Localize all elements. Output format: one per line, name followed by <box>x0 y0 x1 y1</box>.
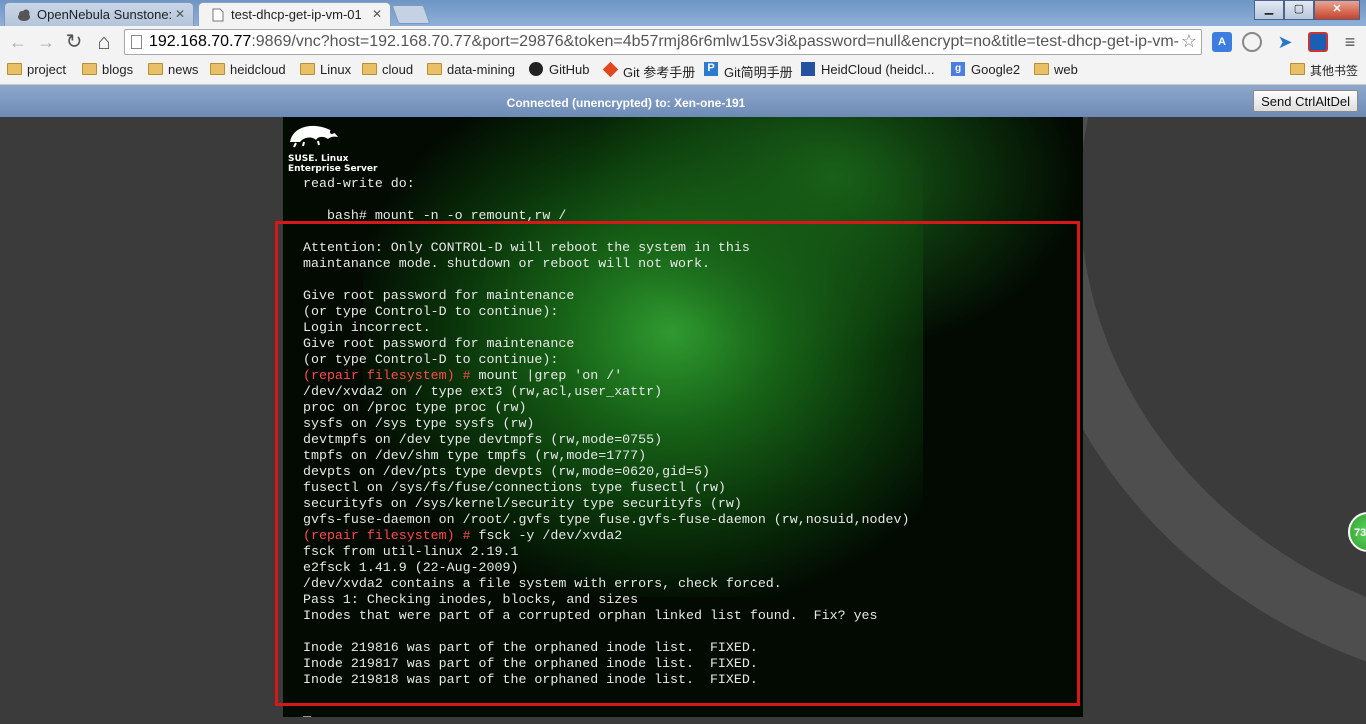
logo-line2: Enterprise Server <box>288 164 378 174</box>
folder-icon <box>210 63 225 75</box>
menu-icon[interactable]: ≡ <box>1340 32 1360 52</box>
pointer-extension-icon[interactable]: ➤ <box>1275 32 1295 52</box>
bookmark-web[interactable]: web <box>1034 62 1078 77</box>
bookmark-heidcloud[interactable]: heidcloud <box>210 62 286 77</box>
tab-close-icon[interactable]: ✕ <box>175 7 185 21</box>
bookmark-cloud[interactable]: cloud <box>362 62 413 77</box>
extension-box-icon[interactable] <box>1308 32 1328 52</box>
bookmark-git-manual[interactable]: P Git简明手册 <box>704 62 793 81</box>
page-icon <box>131 35 142 49</box>
tab-strip: OpenNebula Sunstone: ✕ test-dhcp-get-ip-… <box>0 0 1366 26</box>
bookmark-heidcloud-site[interactable]: HeidCloud (heidcl... <box>801 62 934 77</box>
maximize-button[interactable]: ▢ <box>1284 0 1314 20</box>
minimize-button[interactable]: ▁ <box>1254 0 1284 20</box>
bookmark-google2[interactable]: g Google2 <box>951 62 1020 77</box>
bookmarks-bar: project blogs news heidcloud Linux cloud… <box>0 58 1366 85</box>
bookmark-data-mining[interactable]: data-mining <box>427 62 515 77</box>
cloud-icon <box>18 9 30 21</box>
back-button[interactable]: ← <box>6 30 30 54</box>
folder-icon <box>1290 63 1305 75</box>
new-tab-button[interactable] <box>391 5 431 24</box>
tab-title: test-dhcp-get-ip-vm-01 <box>231 7 362 22</box>
folder-icon <box>362 63 377 75</box>
other-bookmarks[interactable]: 其他书签 <box>1290 62 1358 79</box>
tab-close-icon[interactable]: ✕ <box>372 7 382 21</box>
bookmark-git-reference[interactable]: Git 参考手册 <box>602 61 695 81</box>
line-text <box>303 192 311 207</box>
google-icon: g <box>951 62 965 76</box>
git-icon <box>602 61 619 78</box>
window-controls: ▁ ▢ ✕ <box>1254 0 1360 20</box>
bookmark-linux[interactable]: Linux <box>300 62 351 77</box>
bookmark-project[interactable]: project <box>7 62 66 77</box>
address-bar[interactable]: 192.168.70.77:9869/vnc?host=192.168.70.7… <box>124 29 1202 55</box>
send-ctrl-alt-del-button[interactable]: Send CtrlAltDel <box>1253 90 1358 112</box>
terminal-line: read-write do: <box>303 176 909 192</box>
folder-icon <box>427 63 442 75</box>
folder-icon <box>82 63 97 75</box>
home-button[interactable]: ⌂ <box>92 30 116 54</box>
bookmark-news[interactable]: news <box>148 62 198 77</box>
forward-button[interactable]: → <box>34 30 58 54</box>
bookmark-star-icon[interactable]: ☆ <box>1181 31 1197 52</box>
page-icon <box>801 62 815 76</box>
terminal-line <box>303 192 909 208</box>
translate-icon[interactable]: A <box>1212 32 1232 52</box>
connection-status: Connected (unencrypted) to: Xen-one-191 <box>506 96 746 110</box>
url-text[interactable]: 192.168.70.77:9869/vnc?host=192.168.70.7… <box>149 33 1179 51</box>
folder-icon <box>7 63 22 75</box>
line-text: read-write do: <box>303 176 415 191</box>
tab-title: OpenNebula Sunstone: <box>37 7 173 22</box>
suse-logo: SUSE. Linux Enterprise Server <box>288 122 377 174</box>
bookmark-github[interactable]: GitHub <box>529 62 589 77</box>
close-window-button[interactable]: ✕ <box>1314 0 1360 20</box>
extension-icon[interactable] <box>1242 32 1262 52</box>
page-icon <box>212 8 224 22</box>
bookmark-blogs[interactable]: blogs <box>82 62 133 77</box>
logo-line1: SUSE. Linux <box>288 154 349 164</box>
vnc-status-bar: Connected (unencrypted) to: Xen-one-191 … <box>0 85 1366 117</box>
tab-test-dhcp[interactable]: test-dhcp-get-ip-vm-01 ✕ <box>198 2 391 26</box>
folder-icon <box>148 63 163 75</box>
gecko-icon <box>290 125 338 148</box>
folder-icon <box>1034 63 1049 75</box>
browser-toolbar: ← → ↻ ⌂ 192.168.70.77:9869/vnc?host=192.… <box>0 26 1366 58</box>
github-icon <box>529 62 543 76</box>
tab-opennebula[interactable]: OpenNebula Sunstone: ✕ <box>4 2 194 26</box>
p-icon: P <box>704 62 718 76</box>
reload-button[interactable]: ↻ <box>62 30 86 54</box>
folder-icon <box>300 63 315 75</box>
highlight-annotation-box <box>275 221 1080 706</box>
